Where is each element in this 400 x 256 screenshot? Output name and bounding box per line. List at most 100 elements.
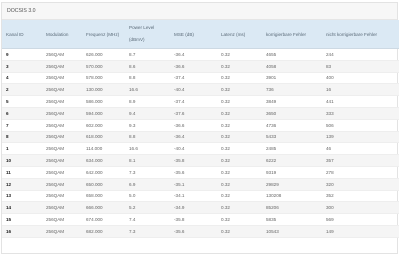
cell-power-level: 9.3 bbox=[125, 119, 170, 132]
cell-power-level: 8.9 bbox=[125, 95, 170, 108]
channel-table: Kanal ID Modulation Frequenz (MHz) Power… bbox=[2, 20, 399, 238]
col-korrigierbare-fehler: korrigierbare Fehler bbox=[262, 20, 322, 49]
cell-nicht-korrigierbare-fehler: 333 bbox=[322, 107, 399, 120]
cell-modulation: 256QAM bbox=[42, 154, 82, 167]
cell-frequenz: 626.000 bbox=[82, 48, 125, 61]
cell-korrigierbare-fehler: 4058 bbox=[262, 60, 322, 73]
cell-latenz: 0.32 bbox=[217, 190, 262, 203]
cell-latenz: 0.32 bbox=[217, 107, 262, 120]
col-kanal-id: Kanal ID bbox=[2, 20, 42, 49]
cell-frequenz: 586.000 bbox=[82, 95, 125, 108]
cell-latenz: 0.32 bbox=[217, 166, 262, 179]
cell-latenz: 0.32 bbox=[217, 225, 262, 238]
cell-frequenz: 618.000 bbox=[82, 131, 125, 144]
col-frequenz: Frequenz (MHz) bbox=[82, 20, 125, 49]
cell-power-level: 8.8 bbox=[125, 131, 170, 144]
table-row: 5 256QAM 586.000 8.9 -37.4 0.32 3849 441 bbox=[2, 95, 399, 108]
cell-kanal-id: 16 bbox=[2, 225, 42, 238]
col-latenz: Latenz (ms) bbox=[217, 20, 262, 49]
cell-nicht-korrigierbare-fehler: 139 bbox=[322, 131, 399, 144]
cell-latenz: 0.32 bbox=[217, 142, 262, 156]
cell-latenz: 0.32 bbox=[217, 95, 262, 108]
cell-modulation: 256QAM bbox=[42, 72, 82, 85]
cell-latenz: 0.32 bbox=[217, 72, 262, 85]
cell-modulation: 256QAM bbox=[42, 95, 82, 108]
cell-nicht-korrigierbare-fehler: 83 bbox=[322, 60, 399, 73]
cell-latenz: 0.32 bbox=[217, 60, 262, 73]
cell-mse: -36.6 bbox=[170, 60, 217, 73]
cell-power-level: 8.7 bbox=[125, 48, 170, 61]
cell-frequenz: 658.000 bbox=[82, 190, 125, 203]
cell-mse: -40.4 bbox=[170, 142, 217, 156]
cell-modulation: 256QAM bbox=[42, 131, 82, 144]
cell-kanal-id: 6 bbox=[2, 107, 42, 120]
cell-modulation: 256QAM bbox=[42, 213, 82, 226]
table-row: 15 256QAM 674.000 7.4 -35.8 0.32 5835 569 bbox=[2, 213, 399, 226]
cell-latenz: 0.32 bbox=[217, 154, 262, 167]
table-row: 8 256QAM 618.000 8.8 -36.4 0.32 5433 139 bbox=[2, 131, 399, 144]
cell-mse: -35.6 bbox=[170, 225, 217, 238]
cell-modulation: 256QAM bbox=[42, 60, 82, 73]
cell-korrigierbare-fehler: 736 bbox=[262, 83, 322, 97]
cell-power-level: 16.6 bbox=[125, 83, 170, 97]
cell-modulation: 256QAM bbox=[42, 119, 82, 132]
table-row: 16 256QAM 682.000 7.3 -35.6 0.32 10543 149 bbox=[2, 225, 399, 238]
col-power-level: Power Level (dBmV) bbox=[125, 20, 170, 49]
cell-korrigierbare-fehler: 130208 bbox=[262, 190, 322, 203]
cell-nicht-korrigierbare-fehler: 278 bbox=[322, 166, 399, 179]
cell-latenz: 0.32 bbox=[217, 119, 262, 132]
cell-kanal-id: 15 bbox=[2, 213, 42, 226]
cell-nicht-korrigierbare-fehler: 149 bbox=[322, 225, 399, 238]
cell-korrigierbare-fehler: 5835 bbox=[262, 213, 322, 226]
cell-power-level: 8.1 bbox=[125, 154, 170, 167]
cell-modulation: 256QAM bbox=[42, 142, 82, 156]
cell-kanal-id: 11 bbox=[2, 166, 42, 179]
cell-korrigierbare-fehler: 6222 bbox=[262, 154, 322, 167]
cell-korrigierbare-fehler: 85206 bbox=[262, 201, 322, 215]
cell-modulation: 256QAM bbox=[42, 178, 82, 191]
col-mse: MSE (dB) bbox=[170, 20, 217, 49]
cell-kanal-id: 1 bbox=[2, 142, 42, 156]
cell-frequenz: 682.000 bbox=[82, 225, 125, 238]
cell-mse: -35.1 bbox=[170, 178, 217, 191]
cell-frequenz: 602.000 bbox=[82, 119, 125, 132]
table-row: 14 256QAM 666.000 5.2 -34.9 0.32 85206 300 bbox=[2, 201, 399, 215]
table-row: 6 256QAM 594.000 9.4 -37.6 0.32 3650 333 bbox=[2, 107, 399, 120]
cell-korrigierbare-fehler: 29829 bbox=[262, 178, 322, 191]
cell-mse: -35.8 bbox=[170, 213, 217, 226]
cell-mse: -37.4 bbox=[170, 72, 217, 85]
cell-power-level: 16.6 bbox=[125, 142, 170, 156]
cell-kanal-id: 5 bbox=[2, 95, 42, 108]
cell-power-level: 6.9 bbox=[125, 178, 170, 191]
cell-nicht-korrigierbare-fehler: 352 bbox=[322, 190, 399, 203]
cell-kanal-id: 8 bbox=[2, 131, 42, 144]
cell-kanal-id: 2 bbox=[2, 83, 42, 97]
cell-mse: -35.8 bbox=[170, 154, 217, 167]
cell-korrigierbare-fehler: 3650 bbox=[262, 107, 322, 120]
cell-mse: -36.6 bbox=[170, 119, 217, 132]
cell-latenz: 0.32 bbox=[217, 213, 262, 226]
cell-modulation: 256QAM bbox=[42, 225, 82, 238]
table-row: 2 256QAM 130.000 16.6 -40.4 0.32 736 16 bbox=[2, 83, 399, 97]
cell-frequenz: 570.000 bbox=[82, 60, 125, 73]
table-row: 4 256QAM 578.000 8.8 -37.4 0.32 3901 400 bbox=[2, 72, 399, 85]
cell-power-level: 8.6 bbox=[125, 60, 170, 73]
docsis-panel: DOCSIS 3.0 Kanal ID Modulation Frequenz … bbox=[1, 2, 399, 254]
cell-frequenz: 674.000 bbox=[82, 213, 125, 226]
cell-kanal-id: 7 bbox=[2, 119, 42, 132]
cell-frequenz: 650.000 bbox=[82, 178, 125, 191]
cell-mse: -36.4 bbox=[170, 48, 217, 61]
cell-korrigierbare-fehler: 4736 bbox=[262, 119, 322, 132]
cell-power-level: 5.2 bbox=[125, 201, 170, 215]
cell-power-level: 5.0 bbox=[125, 190, 170, 203]
table-row: 3 256QAM 570.000 8.6 -36.6 0.32 4058 83 bbox=[2, 60, 399, 73]
cell-mse: -34.1 bbox=[170, 190, 217, 203]
cell-nicht-korrigierbare-fehler: 506 bbox=[322, 119, 399, 132]
cell-korrigierbare-fehler: 5433 bbox=[262, 131, 322, 144]
cell-nicht-korrigierbare-fehler: 400 bbox=[322, 72, 399, 85]
table-body: 9 256QAM 626.000 8.7 -36.4 0.32 4655 244 3 256QAM… bbox=[2, 48, 399, 238]
col-power-level-label: Power Level bbox=[129, 25, 155, 30]
cell-nicht-korrigierbare-fehler: 46 bbox=[322, 142, 399, 156]
cell-kanal-id: 3 bbox=[2, 60, 42, 73]
cell-power-level: 8.8 bbox=[125, 72, 170, 85]
